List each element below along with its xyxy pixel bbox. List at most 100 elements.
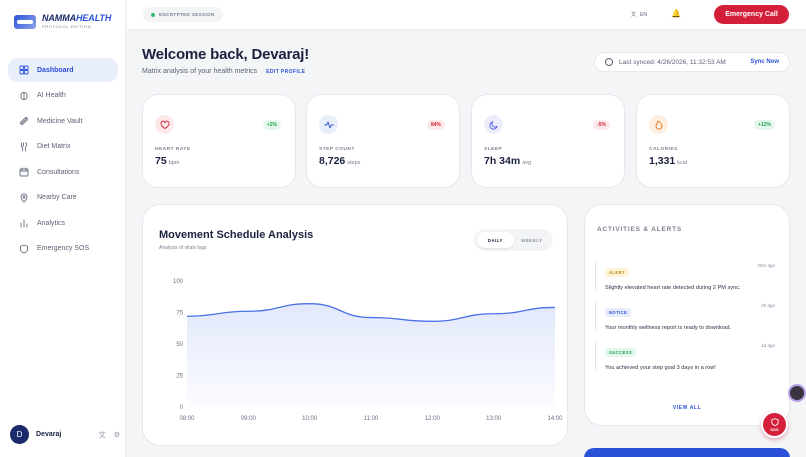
- topbar: ENCRYPTED SESSION 文 EN 🔔 Emergency Call: [127, 0, 806, 30]
- brand-logo[interactable]: NAMMAHEALTH PROTOCOL EDITION: [14, 14, 111, 29]
- x-tick-label: 09:00: [241, 416, 257, 422]
- sync-now-button[interactable]: Sync Now: [750, 59, 779, 65]
- y-tick-label: 100: [173, 279, 184, 285]
- y-tick-label: 75: [176, 311, 183, 317]
- sidebar-item-ai-health[interactable]: AI Health: [8, 84, 118, 108]
- x-tick-label: 12:00: [425, 416, 441, 422]
- alert-time: 20m ago: [757, 263, 775, 268]
- sidebar-item-label: Emergency SOS: [37, 245, 90, 252]
- sidebar-item-label: Diet Matrix: [37, 143, 71, 150]
- activities-title: ACTIVITIES & ALERTS: [597, 226, 683, 233]
- alert-badge: ALERT: [605, 268, 629, 277]
- brain-icon: [20, 91, 28, 100]
- sync-status: Last synced: 4/26/2026, 11:32:53 AM Sync…: [594, 52, 790, 72]
- sidebar-item-label: Nearby Care: [37, 194, 77, 201]
- view-all-link[interactable]: VIEW ALL: [585, 405, 789, 411]
- heart-icon: [160, 120, 169, 129]
- metric-label: STEP COUNT: [319, 147, 355, 152]
- sidebar-item-label: Consultations: [37, 168, 80, 176]
- emergency-call-button[interactable]: Emergency Call: [714, 5, 789, 24]
- metric-card-sleep[interactable]: -5% SLEEP 7h 34m avg: [471, 94, 625, 188]
- y-tick-label: 50: [176, 342, 183, 348]
- page-subtitle: Matrix analysis of your health metrics: [142, 68, 258, 75]
- utensils-icon: [21, 142, 28, 151]
- metric-value: 8,726 steps: [319, 155, 361, 167]
- metric-card-heart-rate[interactable]: +2% HEART RATE 75 bpm: [142, 94, 296, 188]
- sidebar-item-nearby-care[interactable]: Nearby Care: [8, 186, 118, 210]
- metric-label: SLEEP: [484, 147, 503, 152]
- gear-icon[interactable]: ⚙: [114, 431, 120, 439]
- page-title: Welcome back, Devaraj!: [142, 46, 310, 63]
- sidebar-item-consultations[interactable]: Consultations: [8, 160, 118, 184]
- trend-badge: 84%: [426, 120, 445, 130]
- bar-chart-icon: [20, 219, 28, 228]
- bottom-action-button[interactable]: [584, 448, 790, 457]
- sidebar-item-medicine-vault[interactable]: Medicine Vault: [8, 109, 118, 133]
- sidebar-item-label: AI Health: [37, 92, 66, 99]
- movement-area-chart: 0 25 50 75 100 08:00 09:00 10:00 11:00 12:00 13:00…: [173, 279, 563, 422]
- metric-icon-wrap: [155, 115, 174, 134]
- sos-button[interactable]: SOS: [761, 411, 788, 438]
- shield-icon: [770, 417, 779, 426]
- sidebar-item-label: Dashboard: [37, 66, 74, 74]
- user-name: Devaraj: [36, 431, 62, 438]
- sidebar-item-emergency-sos[interactable]: Emergency SOS: [8, 237, 118, 261]
- activities-panel: ACTIVITIES & ALERTS ALERT 20m ago Slightly…: [584, 204, 790, 426]
- trend-badge: -5%: [593, 120, 610, 130]
- language-label: EN: [640, 11, 647, 18]
- metric-label: CALORIES: [649, 147, 678, 152]
- alert-badge: SUCCESS: [605, 348, 637, 357]
- series-area: [187, 303, 555, 407]
- y-tick-label: 25: [176, 374, 183, 380]
- sidebar-item-analytics[interactable]: Analytics: [8, 211, 118, 235]
- movement-chart-panel: Movement Schedule Analysis Analysis of v…: [142, 204, 568, 446]
- logo-icon: [14, 14, 36, 29]
- metric-label: HEART RATE: [155, 147, 191, 152]
- sidebar-item-dashboard[interactable]: Dashboard: [8, 58, 118, 82]
- alert-item[interactable]: SUCCESS 1d ago You achieved your step goal…: [595, 341, 783, 371]
- encrypted-session-label: ENCRYPTED SESSION: [159, 12, 215, 17]
- bell-icon[interactable]: 🔔: [671, 9, 681, 18]
- metric-card-step-count[interactable]: 84% STEP COUNT 8,726 steps: [306, 94, 460, 188]
- metric-icon-wrap: [319, 115, 338, 134]
- avatar[interactable]: D: [10, 425, 29, 444]
- translate-icon[interactable]: 文: [99, 430, 106, 440]
- metric-value: 7h 34m avg: [484, 155, 532, 167]
- shield-icon: [20, 244, 28, 253]
- edit-profile-link[interactable]: EDIT PROFILE: [266, 69, 305, 75]
- flame-icon: [655, 120, 662, 129]
- brand-name: NAMMAHEALTH: [42, 13, 112, 23]
- user-profile[interactable]: D Devaraj 文 ⚙: [10, 425, 120, 444]
- sidebar-item-label: Medicine Vault: [37, 117, 83, 125]
- grid-icon: [19, 65, 29, 75]
- sidebar-item-diet-matrix[interactable]: Diet Matrix: [8, 135, 118, 159]
- alert-message: Your monthly wellness report is ready to…: [605, 325, 732, 331]
- sos-label: SOS: [770, 426, 779, 432]
- alert-time: 2h ago: [761, 303, 775, 308]
- alert-item[interactable]: NOTICE 2h ago Your monthly wellness report…: [595, 301, 783, 331]
- x-tick-label: 08:00: [179, 416, 195, 422]
- moon-icon: [488, 121, 497, 130]
- x-tick-label: 14:00: [547, 416, 563, 422]
- y-tick-label: 0: [180, 405, 184, 411]
- alert-message: Slightly elevated heart rate detected du…: [605, 285, 741, 291]
- clock-icon: [605, 58, 613, 66]
- x-tick-label: 11:00: [364, 416, 379, 422]
- x-tick-label: 10:00: [302, 416, 318, 422]
- assistant-avatar[interactable]: [788, 384, 806, 402]
- alert-time: 1d ago: [761, 343, 775, 348]
- metric-card-calories[interactable]: +12% CALORIES 1,331 kcal: [636, 94, 790, 188]
- x-tick-label: 13:00: [486, 416, 502, 422]
- metric-value: 1,331 kcal: [649, 155, 688, 167]
- sidebar: NAMMAHEALTH PROTOCOL EDITION Dashboard AI…: [0, 0, 126, 457]
- last-synced-text: Last synced: 4/26/2026, 11:32:53 AM: [619, 58, 726, 66]
- trend-badge: +2%: [262, 120, 281, 130]
- alert-message: You achieved your step goal 3 days in a …: [605, 365, 716, 371]
- language-switcher[interactable]: 文 EN: [631, 11, 647, 19]
- status-dot-icon: [151, 12, 155, 17]
- alert-item[interactable]: ALERT 20m ago Slightly elevated heart rate…: [595, 261, 783, 291]
- alert-badge: NOTICE: [605, 308, 632, 317]
- translate-icon: 文: [631, 12, 637, 18]
- metric-icon-wrap: [484, 115, 503, 134]
- map-pin-icon: [20, 193, 28, 202]
